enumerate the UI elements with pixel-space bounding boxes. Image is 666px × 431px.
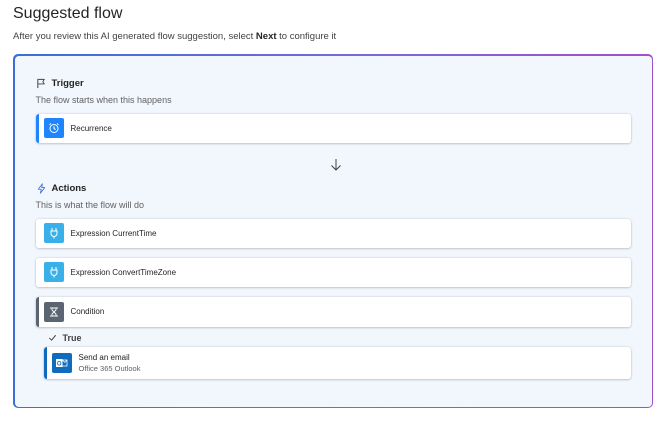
flow-panel-body: Trigger The flow starts when this happen… (14, 55, 652, 407)
page-subtitle: After you review this AI generated flow … (13, 31, 336, 42)
action-card-condition[interactable]: Condition (35, 296, 631, 327)
checkmark-icon (48, 334, 56, 341)
card-accent (35, 218, 39, 248)
branch-true-header[interactable]: True (48, 333, 82, 343)
send-email-text: Send an email Office 365 Outlook (79, 352, 141, 374)
branch-true-label: True (62, 332, 82, 343)
trigger-heading-label: Trigger (51, 77, 84, 89)
subtitle-suffix: to configure it (276, 31, 337, 42)
action-card-send-email[interactable]: O Send an email Office 365 Outlook (43, 346, 631, 379)
card-accent (35, 257, 39, 287)
recurrence-label: Recurrence (70, 123, 112, 133)
page-title: Suggested flow (13, 5, 123, 22)
condition-icon (43, 301, 64, 322)
lightning-icon (37, 182, 45, 194)
flag-icon (36, 78, 45, 88)
subtitle-prefix: After you review this AI generated flow … (13, 31, 256, 42)
send-email-title: Send an email (78, 352, 130, 362)
action-card-expression-converttimezone[interactable]: Expression ConvertTimeZone (35, 257, 631, 287)
action-label: Expression ConvertTimeZone (70, 267, 177, 277)
card-accent (35, 113, 39, 143)
plug-icon (43, 223, 64, 243)
plug-icon (43, 262, 64, 282)
flow-panel: Trigger The flow starts when this happen… (13, 54, 653, 408)
action-card-expression-currenttime[interactable]: Expression CurrentTime (35, 218, 631, 248)
subtitle-next-emphasis: Next (255, 31, 277, 42)
trigger-description: The flow starts when this happens (35, 94, 172, 105)
actions-description: This is what the flow will do (35, 199, 145, 210)
card-accent (43, 346, 47, 379)
action-label: Expression CurrentTime (70, 228, 157, 238)
outlook-icon: O (51, 352, 72, 373)
condition-label: Condition (70, 307, 105, 316)
actions-heading-label: Actions (51, 182, 87, 194)
alarm-clock-icon (43, 118, 64, 138)
send-email-connector: Office 365 Outlook (78, 363, 141, 373)
actions-heading: Actions (36, 182, 87, 194)
svg-text:O: O (57, 361, 62, 367)
trigger-heading: Trigger (36, 78, 84, 89)
trigger-card-recurrence[interactable]: Recurrence (35, 113, 631, 143)
arrow-down-icon (330, 158, 341, 171)
card-accent (35, 296, 39, 327)
